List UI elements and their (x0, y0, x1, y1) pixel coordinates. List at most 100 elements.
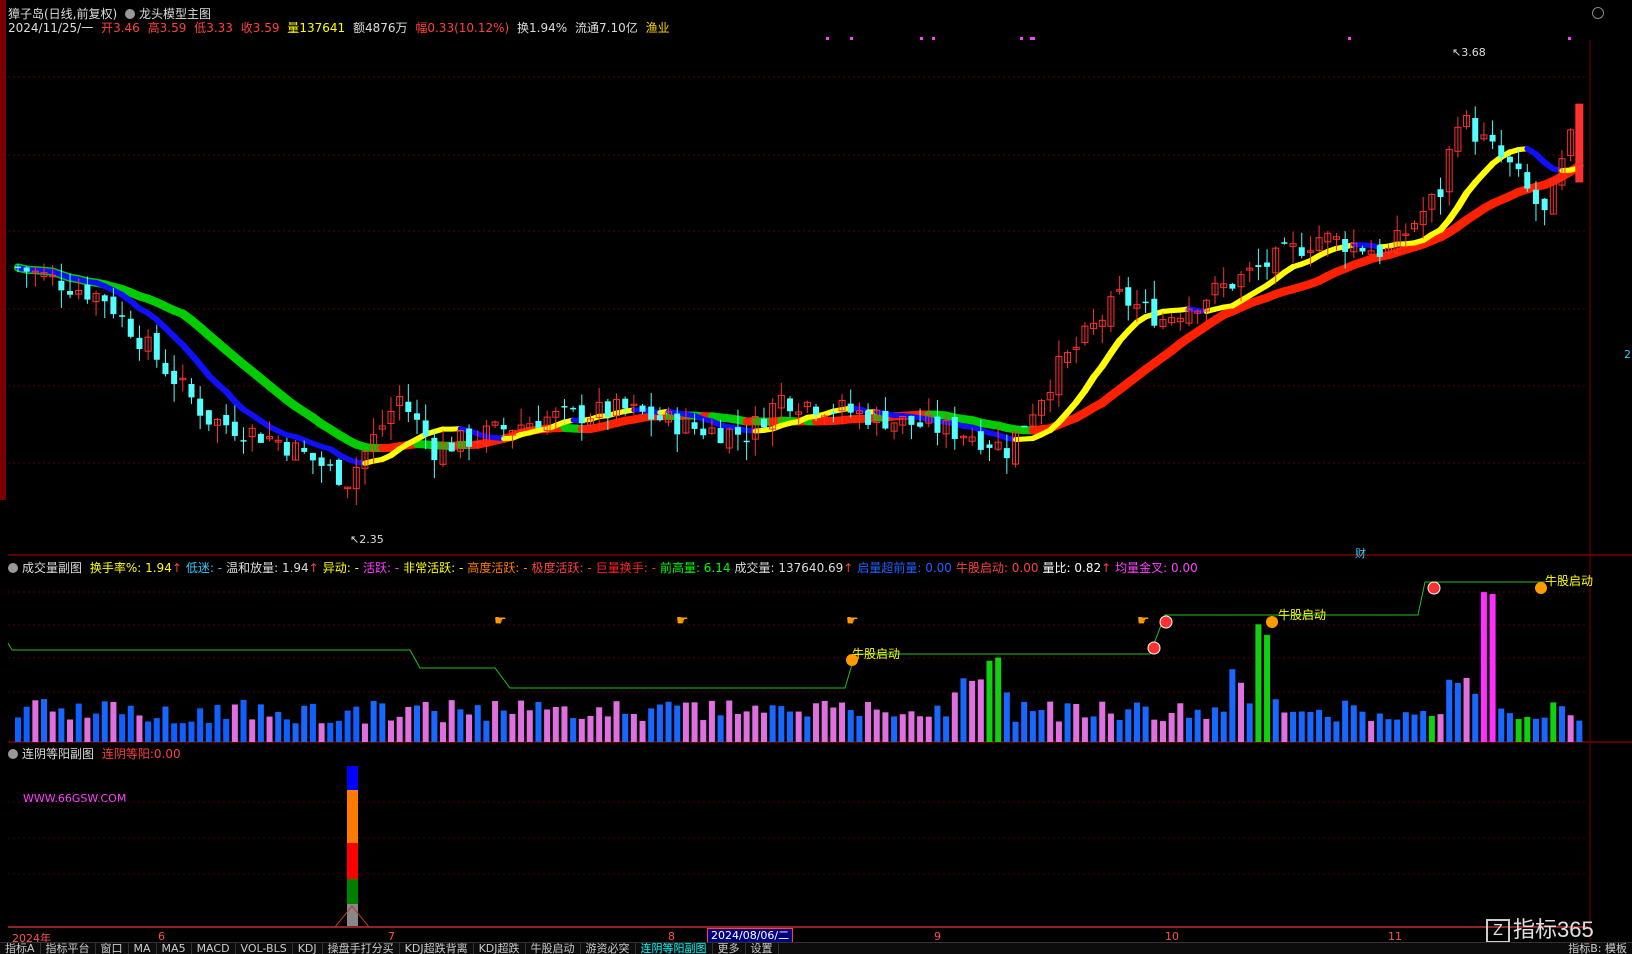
volume-bar (249, 719, 255, 742)
signal-dot (1348, 37, 1351, 40)
tab-9[interactable]: KDJ超跌背离 (400, 943, 474, 954)
tab-5[interactable]: MACD (192, 943, 236, 954)
volume-bar (1108, 714, 1114, 742)
candle-body-down (952, 417, 958, 439)
volume-bar (657, 705, 663, 742)
volume-bar (284, 719, 290, 742)
volume-bar (1438, 714, 1444, 742)
volume-bar (848, 710, 854, 742)
candle-body-down (501, 425, 507, 429)
volume-bar (804, 717, 810, 742)
bull-start-icon (1535, 582, 1547, 594)
tab-6[interactable]: VOL-BLS (236, 943, 293, 954)
volume-bar (440, 722, 446, 742)
tab-14[interactable]: 更多 (713, 943, 746, 954)
candle-body-down (466, 429, 472, 447)
candle-body-down (1542, 199, 1548, 210)
volume-bar (58, 708, 64, 742)
volume-bar (631, 714, 637, 742)
candle-body-down (761, 419, 767, 428)
tab-2[interactable]: 窗口 (96, 943, 129, 954)
tab-1[interactable]: 指标平台 (41, 943, 96, 954)
volume-bar (614, 701, 620, 742)
volume-bar (293, 723, 299, 742)
candle-body-down (102, 295, 108, 301)
volume-bar (778, 706, 784, 742)
volume-bar (1212, 707, 1218, 742)
tab-13[interactable]: 连阴等阳副图 (636, 943, 713, 954)
candle-body-down (84, 285, 90, 300)
lower-stacked-segment (347, 790, 358, 843)
volume-bar (345, 711, 351, 742)
tab-0[interactable]: 指标A (0, 943, 41, 954)
tab-8[interactable]: 操盘手打分买 (323, 943, 400, 954)
candle-body-down (865, 411, 871, 425)
volume-bar (752, 706, 758, 742)
volume-bar (1490, 594, 1496, 742)
volume-bar (1169, 713, 1175, 742)
volume-bar (1021, 702, 1027, 742)
tab-15[interactable]: 设置 (746, 943, 779, 954)
candle-body-down (223, 415, 229, 425)
tab-12[interactable]: 游资必突 (581, 943, 636, 954)
candle-body-down (561, 406, 567, 408)
bull-start-annotation: 牛股启动 (1278, 607, 1326, 622)
volume-bar (431, 711, 437, 742)
volume-bar (1368, 721, 1374, 742)
volume-bar (1516, 719, 1522, 742)
lower-indicator-bars (335, 766, 369, 927)
volume-bar (24, 707, 30, 742)
candle-body-down (24, 267, 30, 271)
volume-bar (1073, 704, 1079, 742)
right-axis-value: 2 (1624, 348, 1631, 361)
candle-body-down (67, 291, 73, 295)
volume-bar (1472, 694, 1478, 742)
candle-body-down (119, 315, 125, 317)
hand-pointer-icon: ☛ (1137, 613, 1150, 629)
volume-bar (162, 706, 168, 742)
high-price-marker: ↖3.68 (1452, 46, 1486, 59)
bull-start-annotation: 牛股启动 (1545, 573, 1593, 588)
volume-bar (561, 706, 567, 742)
volume-bar (180, 723, 186, 742)
volume-bar (379, 703, 385, 742)
volume-bar (336, 721, 342, 742)
candle-body-down (934, 417, 940, 433)
volume-bar (1568, 715, 1574, 742)
volume-bar (666, 702, 672, 742)
tab-11[interactable]: 牛股启动 (526, 943, 581, 954)
signal-dot (1020, 37, 1023, 40)
volume-bar (475, 705, 481, 742)
volume-bar (76, 704, 82, 742)
volume-bar (535, 702, 541, 742)
volume-bar (839, 703, 845, 742)
brand-watermark: Z指标365 (1486, 912, 1594, 944)
kline-chart[interactable]: 牛股启动牛股启动牛股启动☛☛☛☛ ↖3.68↖2.35财2 (0, 0, 1632, 953)
volume-bar (362, 724, 368, 742)
tab-7[interactable]: KDJ (293, 943, 323, 954)
volume-bar (32, 700, 38, 742)
candle-body-down (570, 408, 576, 410)
volume-bar (388, 721, 394, 742)
volume-bar (1498, 709, 1504, 742)
tab-4[interactable]: MA5 (157, 943, 192, 954)
volume-bar (371, 701, 377, 742)
candle-body-down (908, 416, 914, 425)
volume-bar (1464, 678, 1470, 742)
volume-bar (1229, 669, 1235, 742)
tab-3[interactable]: MA (129, 943, 157, 954)
tab-indicator-b[interactable]: 指标B: 模板 (1563, 943, 1632, 954)
volume-bar (943, 716, 949, 742)
signal-dot (1030, 37, 1033, 40)
candle-body-down (718, 428, 724, 443)
volume-bar (1099, 702, 1105, 742)
volume-bar (787, 712, 793, 742)
candle-body-down (1229, 284, 1235, 289)
volume-bar (405, 707, 411, 742)
candle-body-down (414, 413, 420, 419)
volume-bar (813, 703, 819, 742)
volume-bar (188, 722, 194, 742)
volume-bar (397, 717, 403, 742)
tab-10[interactable]: KDJ超跌 (474, 943, 526, 954)
volume-bar (1325, 717, 1331, 742)
